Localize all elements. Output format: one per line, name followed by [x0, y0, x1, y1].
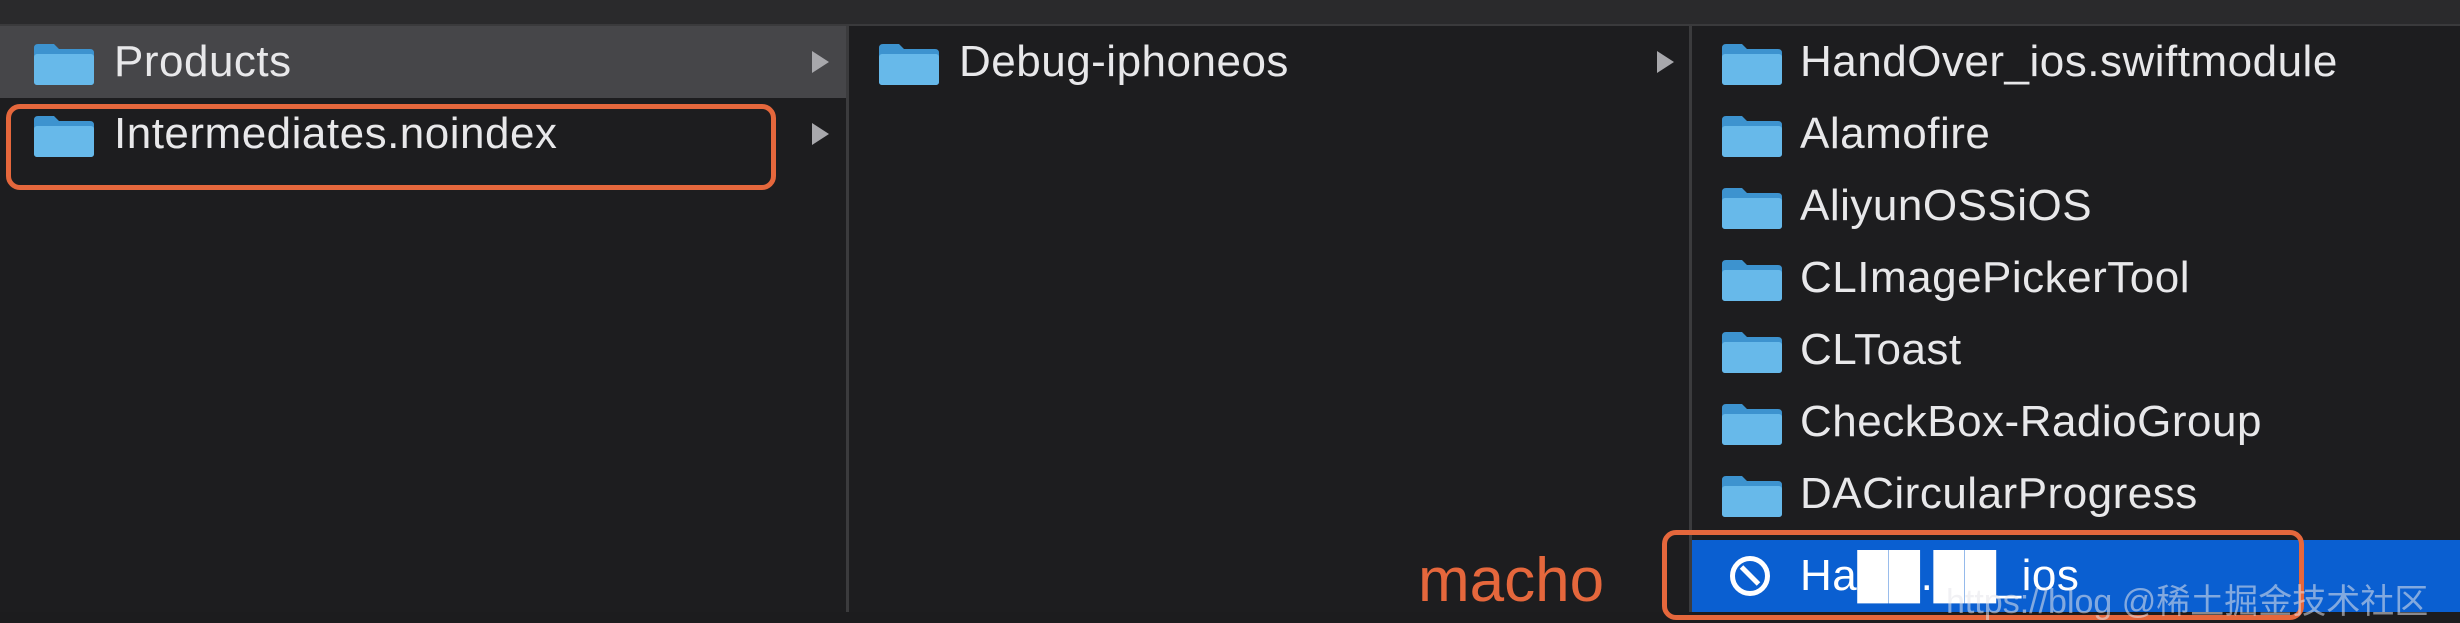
chevron-right-icon: [1657, 51, 1674, 73]
highlight-box-intermediates: [6, 104, 776, 190]
list-item[interactable]: CLImagePickerTool: [1692, 242, 2460, 314]
list-item[interactable]: HandOver_ios.swiftmodule: [1692, 26, 2460, 98]
folder-icon: [1720, 330, 1784, 374]
finder-column-3[interactable]: HandOver_ios.swiftmodule Alamofire Aliyu…: [1692, 26, 2460, 612]
folder-icon: [1720, 42, 1784, 86]
list-item-label: Debug-iphoneos: [959, 37, 1289, 86]
list-item-label: Products: [114, 37, 292, 86]
list-item[interactable]: CLToast: [1692, 314, 2460, 386]
list-item[interactable]: AliyunOSSiOS: [1692, 170, 2460, 242]
list-item-label: DACircularProgress: [1800, 469, 2198, 518]
list-item-label: AliyunOSSiOS: [1800, 181, 2093, 230]
list-item-label: Alamofire: [1800, 109, 1991, 158]
list-item-label: CheckBox-RadioGroup: [1800, 397, 2262, 446]
folder-icon: [877, 42, 941, 86]
folder-icon: [1720, 186, 1784, 230]
finder-column-2[interactable]: Debug-iphoneos: [849, 26, 1692, 612]
list-item[interactable]: Alamofire: [1692, 98, 2460, 170]
folder-icon: [1720, 114, 1784, 158]
list-item-debug-iphoneos[interactable]: Debug-iphoneos: [849, 26, 1689, 98]
list-item[interactable]: DACircularProgress: [1692, 458, 2460, 530]
watermark-text: https://blog @稀土掘金技术社区: [1946, 583, 2429, 621]
folder-icon: [1720, 258, 1784, 302]
list-item-label: HandOver_ios.swiftmodule: [1800, 37, 2338, 86]
folder-icon: [32, 42, 96, 86]
list-item[interactable]: CheckBox-RadioGroup: [1692, 386, 2460, 458]
folder-icon: [1720, 474, 1784, 518]
finder-column-1[interactable]: Products Intermediates.noindex: [0, 26, 849, 612]
macho-annotation-label: macho: [1418, 546, 1605, 615]
list-item-label: CLImagePickerTool: [1800, 253, 2190, 302]
list-item-products[interactable]: Products: [0, 26, 846, 98]
chevron-right-icon: [812, 51, 829, 73]
folder-icon: [1720, 402, 1784, 446]
list-item-label: CLToast: [1800, 325, 1962, 374]
window-top-bar: [0, 0, 2460, 26]
chevron-right-icon: [812, 123, 829, 145]
